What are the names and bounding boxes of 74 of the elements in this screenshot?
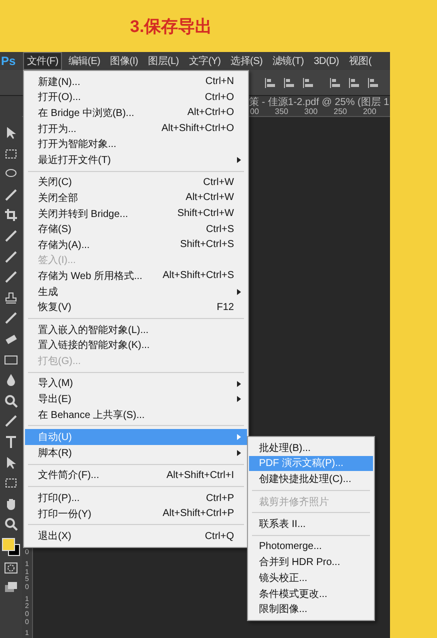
pointer-icon[interactable] [4,456,18,470]
menu-item[interactable]: 存储为 Web 所用格式... Alt+Shift+Ctrl+S [25,268,247,284]
ruler-label: 350 [274,107,288,116]
marquee-icon[interactable] [4,146,18,161]
menu-item[interactable]: 存储(S) Ctrl+S [25,221,247,237]
zoom-icon[interactable] [4,517,18,532]
ruler-label: 00 [250,107,259,116]
align-icon[interactable] [264,76,277,88]
menu-bar-item[interactable]: 文字(Y) [184,52,225,70]
align-icon[interactable] [302,76,315,88]
menu-item[interactable]: Photomerge... [249,538,373,555]
ruler-label: 200 [362,107,376,116]
submenu-arrow-icon [237,288,241,295]
menu-bar-item[interactable]: 图像(I) [106,52,142,70]
menu-item[interactable]: 镜头校正... [249,570,373,586]
color-swatches[interactable] [2,538,20,556]
menu-item[interactable]: 导出(E) [25,391,247,407]
submenu-arrow-icon [237,156,241,163]
stamp-icon[interactable] [4,290,18,305]
menu-item[interactable]: 存储为(A)... Shift+Ctrl+S [25,236,247,253]
menu-item[interactable]: 恢复(V) F12 [25,299,247,315]
menu-item[interactable]: 置入链接的智能对象(K)... [25,338,247,354]
magnifier-icon[interactable] [4,394,18,408]
menu-item[interactable]: 创建快捷批处理(C)... [249,471,373,487]
menu-item[interactable]: 条件模式更改... [249,586,373,602]
menu-item[interactable]: 导入(M) [25,376,247,392]
menu-item[interactable]: 新建(N)... Ctrl+N [25,74,247,90]
drop-icon[interactable] [4,373,18,388]
menu-bar-item[interactable]: 编辑(E) [64,52,104,70]
menu-bar-item[interactable]: 3D(D) [310,54,343,68]
submenu-arrow-icon [237,434,241,440]
menu-bar-item[interactable]: 滤镜(T) [268,52,308,70]
align-icon[interactable] [329,76,342,88]
gradient-icon[interactable] [4,352,18,367]
menu-item[interactable]: 打印(P)... Ctrl+P [25,490,247,506]
align-icon[interactable] [367,76,380,88]
crop-icon[interactable] [4,208,18,222]
step-title: 3.保存导出 [130,16,212,38]
menu-bar-item[interactable]: 视图( [344,52,376,70]
menu-item[interactable]: 限制图像... [249,601,373,617]
menu-item[interactable]: 联系表 II... [249,516,373,532]
menu-item[interactable]: 在 Bridge 中浏览(B)... Alt+Ctrl+O [25,105,247,121]
menu-item[interactable]: 最近打开文件(T) [25,152,247,168]
quick-mask-icon[interactable] [4,562,18,574]
menu-item[interactable]: 生成 [25,284,247,300]
align-icon[interactable] [283,76,296,88]
menu-item[interactable]: 脚本(R) [25,445,247,461]
move-icon[interactable] [4,126,18,140]
menu-item[interactable]: 置入嵌入的智能对象(L)... [25,322,247,338]
menu-item[interactable]: 关闭全部 Alt+Ctrl+W [25,190,247,206]
screen-mode-icon[interactable] [4,581,18,594]
menu-bar-item[interactable]: 图层(L) [144,52,183,70]
menu-item[interactable]: 打开为智能对象... [25,136,247,152]
menu-item[interactable]: 打印一份(Y) Alt+Shift+Ctrl+P [25,506,247,522]
ruler-label: 250 [334,107,347,116]
menu-item[interactable]: 关闭(C) Ctrl+W [25,174,247,190]
menu-item[interactable]: 打开为... Alt+Shift+Ctrl+O [25,120,247,136]
type-tool-icon[interactable] [4,434,18,449]
menu-item[interactable]: 在 Behance 上共享(S)... [25,406,247,422]
menu-item[interactable]: 文件简介(F)... Alt+Shift+Ctrl+I [25,468,247,484]
app-logo: Ps [0,54,17,68]
menu-item[interactable]: 退出(X) Ctrl+Q [25,528,247,544]
menu-item[interactable]: 关闭并转到 Bridge... Shift+Ctrl+W [25,206,247,222]
ruler-label: 300 [304,107,318,116]
align-icon[interactable] [348,76,361,88]
menu-bar-item[interactable]: 文件(F) [23,52,62,70]
menu-item[interactable]: 批处理(B)... [249,440,373,456]
rectangle-icon[interactable] [4,476,18,490]
submenu-arrow-icon [237,396,241,402]
menu-item[interactable]: 打开(O)... Ctrl+O [25,90,247,106]
menu-bar-item[interactable]: 选择(S) [226,52,266,70]
submenu-arrow-icon [237,380,241,387]
submenu-arrow-icon [237,450,241,456]
menu-item[interactable]: 合并到 HDR Pro... [249,554,373,570]
